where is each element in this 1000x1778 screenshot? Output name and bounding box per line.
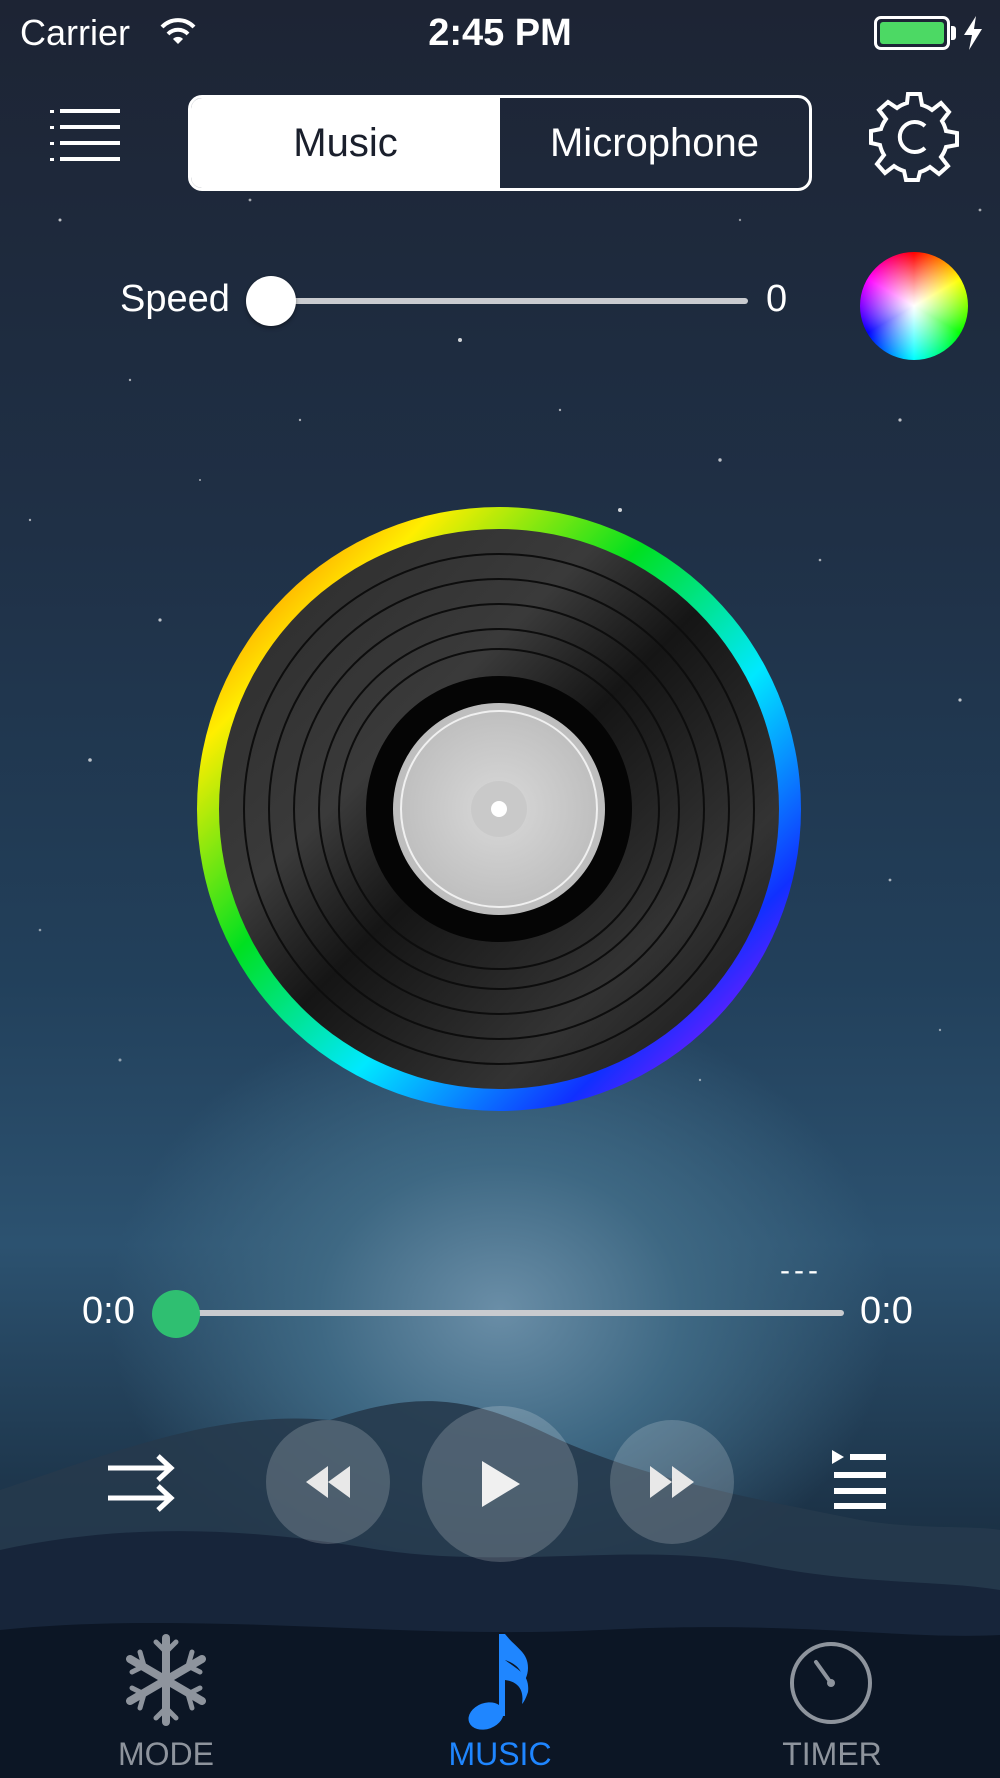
segment-microphone[interactable]: Microphone bbox=[500, 98, 809, 188]
progress-thumb[interactable] bbox=[152, 1290, 200, 1338]
source-segmented-control[interactable]: Music Microphone bbox=[188, 95, 812, 191]
play-icon bbox=[482, 1461, 520, 1507]
color-wheel-icon[interactable] bbox=[860, 252, 968, 360]
playlist-icon[interactable] bbox=[830, 1448, 888, 1510]
status-time: 2:45 PM bbox=[428, 12, 572, 54]
tab-music[interactable]: MUSIC bbox=[380, 1736, 620, 1773]
rewind-icon bbox=[306, 1466, 350, 1498]
current-time: 0:0 bbox=[82, 1290, 135, 1332]
shuffle-icon[interactable] bbox=[108, 1452, 176, 1514]
tab-mode[interactable]: MODE bbox=[46, 1736, 286, 1773]
track-title: --- bbox=[780, 1254, 822, 1287]
battery-icon bbox=[874, 16, 950, 50]
fast-forward-icon bbox=[650, 1466, 694, 1498]
snowflake-icon[interactable] bbox=[118, 1632, 214, 1728]
tab-timer[interactable]: TIMER bbox=[712, 1736, 952, 1773]
fast-forward-button[interactable] bbox=[610, 1420, 734, 1544]
battery-level-fill bbox=[880, 22, 944, 44]
segment-music[interactable]: Music bbox=[191, 98, 500, 188]
vinyl-record-icon bbox=[197, 507, 801, 1111]
timer-icon[interactable] bbox=[788, 1640, 874, 1726]
list-menu-icon[interactable] bbox=[50, 108, 122, 162]
gear-icon[interactable] bbox=[866, 88, 962, 184]
total-time: 0:0 bbox=[860, 1290, 913, 1332]
speed-label: Speed bbox=[120, 278, 230, 320]
battery-nub bbox=[951, 26, 956, 40]
speed-slider-thumb[interactable] bbox=[246, 276, 296, 326]
speed-slider-track[interactable] bbox=[268, 298, 748, 304]
play-button[interactable] bbox=[422, 1406, 578, 1562]
charging-bolt-icon bbox=[964, 16, 982, 50]
progress-track[interactable] bbox=[172, 1310, 844, 1316]
rewind-button[interactable] bbox=[266, 1420, 390, 1544]
music-note-icon[interactable] bbox=[466, 1630, 538, 1734]
speed-value: 0 bbox=[766, 278, 788, 320]
